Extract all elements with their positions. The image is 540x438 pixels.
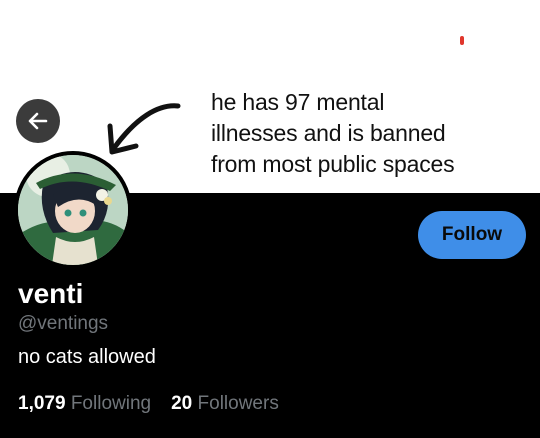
following-count: 1,079: [18, 393, 66, 414]
follow-button[interactable]: Follow: [418, 211, 526, 259]
avatar-image: [18, 155, 128, 265]
follow-stats: 1,079 Following 20 Followers: [18, 393, 279, 415]
red-mark: [460, 36, 464, 45]
user-handle: @ventings: [18, 313, 109, 334]
avatar[interactable]: [14, 151, 132, 269]
followers-stat[interactable]: 20 Followers: [171, 393, 279, 414]
caption-line-2: illnesses and is banned: [211, 120, 446, 146]
display-name: venti: [18, 278, 84, 309]
arrow-left-icon: [28, 112, 48, 130]
following-stat[interactable]: 1,079 Following: [18, 393, 151, 414]
banner-caption: he has 97 mental illnesses and is banned…: [211, 87, 531, 180]
caption-line-3: from most public spaces: [211, 151, 455, 177]
profile-page: he has 97 mental illnesses and is banned…: [0, 0, 540, 438]
back-button[interactable]: [16, 99, 60, 143]
profile-bio: no cats allowed: [18, 346, 156, 368]
followers-count: 20: [171, 393, 193, 414]
followers-label: Followers: [197, 393, 279, 414]
caption-line-1: he has 97 mental: [211, 89, 385, 115]
following-label: Following: [70, 393, 152, 414]
hand-drawn-arrow-icon: [107, 103, 181, 155]
